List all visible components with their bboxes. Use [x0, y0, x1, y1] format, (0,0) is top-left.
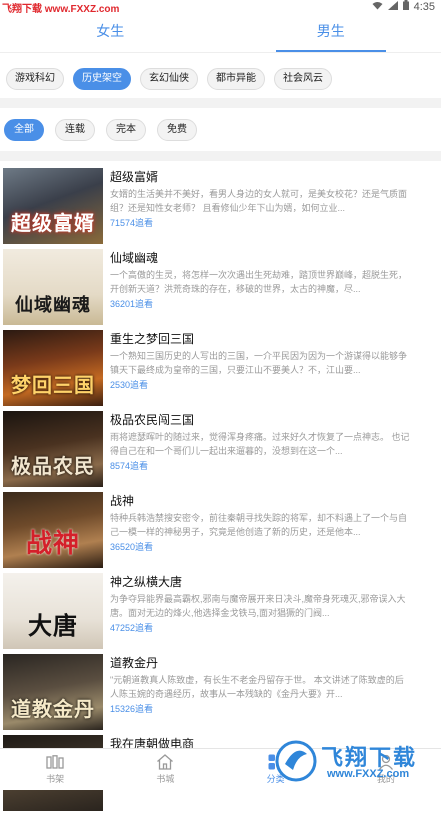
genre-chip-society[interactable]: 社会风云: [274, 68, 332, 90]
genre-chip-xianxia[interactable]: 玄幻仙侠: [140, 68, 198, 90]
list-item[interactable]: 道教金丹 道教金丹 "元朝道教真人陈致虚，有长生不老金丹留存于世。 本文讲述了陈…: [0, 651, 441, 732]
status-bar: 飞翔下载 www.FXXZ.com 4:35: [0, 0, 441, 14]
book-description: 特种兵韩浩禁搜安密令，前往秦朝寻找失踪的将军，却不料遇上了一个与自己一模一样的神…: [110, 511, 410, 539]
book-follow-count: 15326追看: [110, 702, 153, 715]
nav-bookshelf[interactable]: 书架: [0, 749, 110, 790]
brand-watermark: 飞翔下载 www.FXXZ.com: [271, 736, 435, 786]
nav-bookstore[interactable]: 书城: [110, 749, 220, 790]
book-follow-count: 47252追看: [110, 621, 153, 634]
book-description: 女婿的生活美并不美好，看男人身边的女人就可，是美女校花？还是气质面组？还是知性女…: [110, 187, 410, 215]
home-icon: [155, 754, 175, 770]
brand-url: www.FXXZ.com: [327, 768, 409, 780]
filter-chip-completed[interactable]: 完本: [106, 119, 146, 141]
genre-chip-urban[interactable]: 都市异能: [207, 68, 265, 90]
nav-label: 书架: [46, 772, 64, 785]
genre-chip-game-scifi[interactable]: 游戏科幻: [6, 68, 64, 90]
cover-title: 道教金丹: [3, 693, 103, 722]
status-filter-row: 全部 连载 完本 免费: [4, 119, 197, 141]
cover-title: 超级富婿: [3, 207, 103, 236]
cover-title: 极品农民: [3, 450, 103, 479]
battery-icon: [403, 0, 409, 13]
book-description: 雨将遮瑟晖叶的随过来，觉得浑身疼痛。过来好久才恢复了一点神志。 也记得自己在和一…: [110, 430, 410, 458]
book-follow-count: 2530追看: [110, 378, 148, 391]
status-time: 4:35: [414, 1, 435, 13]
cover-title: 战神: [3, 523, 103, 560]
book-title: 极品农民闯三国: [110, 411, 194, 428]
book-title: 战神: [110, 492, 134, 509]
filter-chip-serializing[interactable]: 连载: [55, 119, 95, 141]
book-description: 一个高傲的生灵，将怎样一次次遇出生死劫难，踏顶世界巅峰，超脱生死，开创新天道？洪…: [110, 268, 410, 296]
gender-tabs: 女生 男生: [0, 14, 441, 52]
section-divider: [0, 151, 441, 161]
book-cover: 超级富婿: [3, 168, 103, 244]
book-cover: 道教金丹: [3, 654, 103, 730]
book-title: 道教金丹: [110, 654, 158, 671]
list-item[interactable]: 大唐 神之纵横大唐 为争夺异能界最高霸权,邪南与魔帝展开来日决斗,魔帝身死魂灭,…: [0, 570, 441, 651]
book-follow-count: 8574追看: [110, 459, 148, 472]
brand-logo-icon: [275, 740, 317, 787]
book-title: 神之纵横大唐: [110, 573, 182, 590]
list-item[interactable]: 梦回三国 重生之梦回三国 一个熟知三国历史的人写出的三国，一介平民因为因为一个游…: [0, 327, 441, 408]
signal-icon: [388, 1, 398, 13]
filter-chip-all[interactable]: 全部: [4, 119, 44, 141]
book-cover: 梦回三国: [3, 330, 103, 406]
cover-title: 大唐: [3, 606, 103, 641]
filter-chip-free[interactable]: 免费: [157, 119, 197, 141]
book-description: 为争夺异能界最高霸权,邪南与魔帝展开来日决斗,魔帝身死魂灭,邪帝误入大唐。面对无…: [110, 592, 410, 620]
book-description: "元朝道教真人陈致虚，有长生不老金丹留存于世。 本文讲述了陈致虚的后人陈玉婉的奇…: [110, 673, 410, 701]
book-cover: 大唐: [3, 573, 103, 649]
cover-title: 梦回三国: [3, 369, 103, 398]
book-title: 仙域幽魂: [110, 249, 158, 266]
wifi-icon: [372, 1, 383, 13]
tab-male[interactable]: 男生: [221, 14, 441, 52]
book-title: 超级富婿: [110, 168, 158, 185]
genre-chip-history[interactable]: 历史架空: [73, 68, 131, 90]
cover-title: 仙域幽魂: [3, 291, 103, 317]
book-follow-count: 36201追看: [110, 297, 153, 310]
genre-filter-row: 游戏科幻 历史架空 玄幻仙侠 都市异能 社会风云: [6, 68, 332, 90]
book-description: 一个熟知三国历史的人写出的三国，一介平民因为因为一个游谋得以能够争镇天下最终成为…: [110, 349, 410, 377]
list-item[interactable]: 极品农民 极品农民闯三国 雨将遮瑟晖叶的随过来，觉得浑身疼痛。过来好久才恢复了一…: [0, 408, 441, 489]
status-watermark: 飞翔下载 www.FXXZ.com: [2, 0, 119, 15]
bookshelf-icon: [45, 754, 65, 770]
book-list: 超级富婿 超级富婿 女婿的生活美并不美好，看男人身边的女人就可，是美女校花？还是…: [0, 165, 441, 813]
book-cover: 仙域幽魂: [3, 249, 103, 325]
tab-female[interactable]: 女生: [0, 14, 221, 52]
book-follow-count: 71574追看: [110, 216, 153, 229]
nav-label: 书城: [156, 772, 174, 785]
list-item[interactable]: 战神 战神 特种兵韩浩禁搜安密令，前往秦朝寻找失踪的将军，却不料遇上了一个与自己…: [0, 489, 441, 570]
status-icons: 4:35: [372, 0, 435, 13]
book-cover: 极品农民: [3, 411, 103, 487]
book-follow-count: 36520追看: [110, 540, 153, 553]
tab-divider: [0, 52, 441, 53]
book-title: 重生之梦回三国: [110, 330, 194, 347]
section-divider: [0, 98, 441, 108]
list-item[interactable]: 仙域幽魂 仙域幽魂 一个高傲的生灵，将怎样一次次遇出生死劫难，踏顶世界巅峰，超脱…: [0, 246, 441, 327]
list-item[interactable]: 超级富婿 超级富婿 女婿的生活美并不美好，看男人身边的女人就可，是美女校花？还是…: [0, 165, 441, 246]
book-cover: 战神: [3, 492, 103, 568]
